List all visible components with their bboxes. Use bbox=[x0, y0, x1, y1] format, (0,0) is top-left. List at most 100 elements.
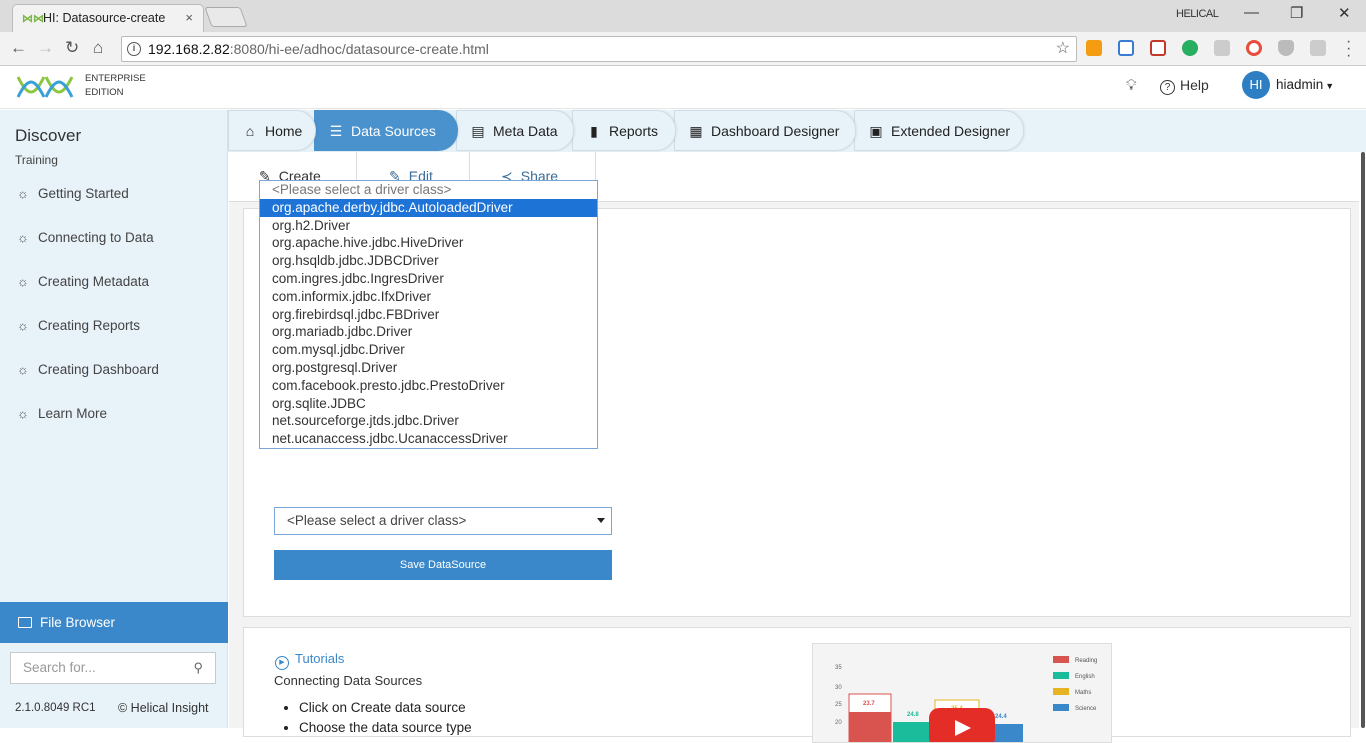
tab-extended-designer[interactable]: ▣ Extended Designer bbox=[854, 110, 1024, 151]
extension-analytics-icon[interactable] bbox=[1086, 40, 1102, 56]
tutorial-steps: Click on Create data source Choose the d… bbox=[299, 698, 472, 738]
search-icon[interactable]: ⚲ bbox=[193, 653, 203, 683]
dropdown-option[interactable]: com.facebook.presto.jdbc.PrestoDriver bbox=[260, 377, 597, 395]
dropdown-option[interactable]: org.postgresql.Driver bbox=[260, 359, 597, 377]
extension-w-icon[interactable] bbox=[1310, 40, 1326, 56]
page-scrollbar[interactable] bbox=[1360, 152, 1366, 728]
dropdown-option[interactable]: net.ucanaccess.jdbc.UcanaccessDriver bbox=[260, 430, 597, 448]
dropdown-option-highlighted[interactable]: org.apache.derby.jdbc.AutoloadedDriver bbox=[260, 198, 597, 217]
lightbulb-icon[interactable]: 💡︎ bbox=[1126, 77, 1137, 94]
sidebar: Discover Training ☼ Getting Started ☼ Conn… bbox=[0, 110, 228, 728]
sidebar-item-label: Creating Reports bbox=[38, 318, 141, 333]
dropdown-option[interactable]: org.sqlite.JDBC bbox=[260, 395, 597, 413]
avatar[interactable]: HI bbox=[1242, 71, 1270, 99]
window-profile-name[interactable]: HELICAL bbox=[1176, 8, 1219, 20]
address-bar[interactable]: i 192.168.2.82:8080/hi-ee/adhoc/datasour… bbox=[121, 36, 1077, 62]
tutorials-link[interactable]: ▶ Tutorials bbox=[275, 651, 344, 670]
site-info-icon[interactable]: i bbox=[127, 42, 141, 56]
tab-close-icon[interactable]: × bbox=[185, 5, 193, 31]
version-label: 2.1.0.8049 RC1 bbox=[15, 702, 96, 714]
legend-label: Maths bbox=[1075, 690, 1091, 696]
new-tab-button[interactable] bbox=[204, 7, 248, 27]
reload-icon[interactable]: ↻ bbox=[65, 38, 79, 58]
ytick-label: 30 bbox=[835, 685, 842, 691]
legend-label: Reading bbox=[1075, 658, 1097, 664]
caret-down-icon: ▼ bbox=[1325, 81, 1335, 91]
list-item: Click on Create data source bbox=[299, 698, 472, 718]
legend-swatch bbox=[1053, 656, 1069, 663]
user-menu[interactable]: hiadmin ▼ bbox=[1276, 77, 1334, 92]
driver-class-select[interactable]: <Please select a driver class> bbox=[274, 507, 612, 535]
tutorials-subtitle: Connecting Data Sources bbox=[274, 673, 423, 688]
extension-opera-icon[interactable] bbox=[1246, 40, 1262, 56]
browser-tab-title: HI: Datasource-create bbox=[43, 11, 166, 25]
help-label: Help bbox=[1180, 77, 1209, 93]
save-datasource-button[interactable]: Save DataSource bbox=[274, 550, 612, 580]
legend-swatch bbox=[1053, 688, 1069, 695]
dropdown-option[interactable]: org.firebirdsql.jdbc.FBDriver bbox=[260, 306, 597, 324]
sidebar-item-creating-reports[interactable]: ☼ Creating Reports bbox=[17, 318, 140, 333]
dropdown-option[interactable]: <Please select a driver class> bbox=[260, 181, 597, 199]
bookmark-star-icon[interactable]: ☆ bbox=[1056, 37, 1070, 61]
restore-icon[interactable]: ❐ bbox=[1290, 4, 1303, 22]
bar-data-label: 23.7 bbox=[863, 701, 875, 707]
dashboard-icon: ▦ bbox=[689, 123, 703, 139]
sidebar-item-creating-dashboard[interactable]: ☼ Creating Dashboard bbox=[17, 362, 159, 377]
file-browser-button[interactable]: File Browser bbox=[0, 602, 228, 643]
scrollbar-thumb[interactable] bbox=[1361, 152, 1365, 728]
extension-pocket-icon[interactable] bbox=[1150, 40, 1166, 56]
tab-data-sources[interactable]: ☰ Data Sources bbox=[314, 110, 458, 151]
sidebar-item-getting-started[interactable]: ☼ Getting Started bbox=[17, 186, 129, 201]
dropdown-option[interactable]: com.mysql.jdbc.Driver bbox=[260, 341, 597, 359]
extension-window-icon[interactable] bbox=[1118, 40, 1134, 56]
dropdown-option[interactable]: org.hsqldb.jdbc.JDBCDriver bbox=[260, 252, 597, 270]
tab-reports[interactable]: ▮ Reports bbox=[572, 110, 676, 151]
dropdown-option[interactable]: com.informix.jdbc.IfxDriver bbox=[260, 288, 597, 306]
search-input[interactable]: Search for... ⚲ bbox=[10, 652, 216, 684]
legend-label: English bbox=[1075, 674, 1095, 680]
edition-line2: EDITION bbox=[85, 87, 124, 98]
play-circle-icon: ▶ bbox=[275, 656, 289, 670]
dropdown-option[interactable]: org.h2.Driver bbox=[260, 217, 597, 235]
edition-label: ENTERPRISE EDITION bbox=[85, 72, 146, 100]
sidebar-item-learn-more[interactable]: ☼ Learn More bbox=[17, 406, 107, 421]
bulb-icon: ☼ bbox=[17, 230, 29, 245]
tutorial-video-thumbnail[interactable]: 35 30 25 20 23.7 24.8 25.4 24.4 bbox=[812, 643, 1112, 743]
bulb-icon: ☼ bbox=[17, 406, 29, 421]
extension-gray-icon[interactable] bbox=[1214, 40, 1230, 56]
browser-tab[interactable]: ⋈⋈ HI: Datasource-create × bbox=[12, 4, 204, 32]
tab-dashboard-designer[interactable]: ▦ Dashboard Designer bbox=[674, 110, 856, 151]
dropdown-option[interactable]: org.apache.hive.jdbc.HiveDriver bbox=[260, 234, 597, 252]
driver-select-value: <Please select a driver class> bbox=[287, 513, 467, 528]
extension-shield-icon[interactable] bbox=[1278, 40, 1294, 56]
video-chart-thumbnail: 35 30 25 20 23.7 24.8 25.4 24.4 bbox=[835, 656, 1097, 742]
legend-label: Science bbox=[1075, 706, 1097, 712]
home-icon[interactable]: ⌂ bbox=[93, 38, 103, 58]
caret-down-icon bbox=[597, 518, 605, 523]
dropdown-option[interactable]: com.ingres.jdbc.IngresDriver bbox=[260, 270, 597, 288]
app-header: ENTERPRISE EDITION 💡︎ ? Help HI hiadmin ▼ bbox=[0, 66, 1366, 109]
sidebar-item-label: Getting Started bbox=[38, 186, 129, 201]
back-icon[interactable]: ← bbox=[10, 38, 27, 58]
driver-class-dropdown-list[interactable]: <Please select a driver class> org.apach… bbox=[259, 180, 598, 449]
table-icon: ▤ bbox=[471, 123, 485, 139]
tab-home[interactable]: ⌂ Home bbox=[228, 110, 316, 151]
database-icon: ☰ bbox=[329, 123, 343, 139]
forward-icon[interactable]: → bbox=[37, 38, 54, 58]
folder-icon bbox=[18, 617, 32, 628]
browser-menu-icon[interactable]: · · · bbox=[1346, 34, 1351, 64]
copyright-label: © Helical Insight bbox=[118, 701, 209, 715]
bar-data-label: 24.8 bbox=[907, 712, 919, 718]
sidebar-item-connecting-to-data[interactable]: ☼ Connecting to Data bbox=[17, 230, 154, 245]
extension-grammarly-icon[interactable] bbox=[1182, 40, 1198, 56]
close-window-icon[interactable]: ✕ bbox=[1338, 4, 1351, 22]
minimize-icon[interactable]: — bbox=[1244, 4, 1259, 21]
dropdown-option[interactable]: net.sourceforge.jtds.jdbc.Driver bbox=[260, 412, 597, 430]
url-path: :8080/hi-ee/adhoc/datasource-create.html bbox=[229, 41, 489, 57]
help-button[interactable]: ? Help bbox=[1160, 77, 1209, 95]
bulb-icon: ☼ bbox=[17, 186, 29, 201]
dropdown-option[interactable]: org.mariadb.jdbc.Driver bbox=[260, 323, 597, 341]
sidebar-item-creating-metadata[interactable]: ☼ Creating Metadata bbox=[17, 274, 149, 289]
tab-meta-data[interactable]: ▤ Meta Data bbox=[456, 110, 574, 151]
sidebar-title: Discover bbox=[15, 126, 82, 145]
